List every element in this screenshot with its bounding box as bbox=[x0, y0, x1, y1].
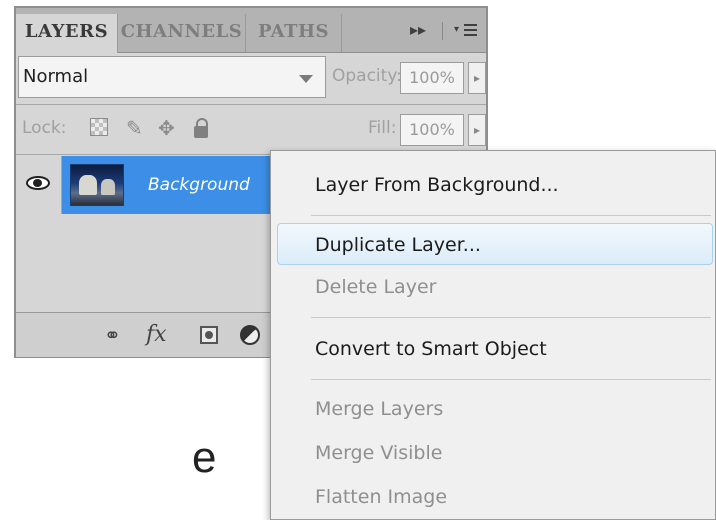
eye-icon bbox=[26, 176, 50, 190]
divider bbox=[16, 104, 486, 105]
lock-image-pixels-icon[interactable]: ✎ bbox=[126, 118, 146, 138]
opacity-input[interactable]: 100% bbox=[400, 62, 464, 94]
panel-controls: ▸▸ ▾ bbox=[396, 8, 486, 52]
tab-layers[interactable]: LAYERS bbox=[16, 14, 118, 53]
blend-mode-select[interactable]: Normal bbox=[18, 56, 326, 98]
fill-slider-arrow-icon[interactable]: ▸ bbox=[468, 114, 486, 146]
menu-item-merge-layers[interactable]: Merge Layers bbox=[315, 387, 443, 431]
menu-item-merge-visible[interactable]: Merge Visible bbox=[315, 431, 442, 475]
blend-mode-value: Normal bbox=[23, 66, 89, 87]
tab-paths[interactable]: PATHS bbox=[246, 14, 342, 52]
lock-fill-row: Lock: ✎ ✥ Fill: 100% ▸ bbox=[16, 106, 486, 154]
fx-icon[interactable]: fx bbox=[146, 323, 167, 347]
blend-opacity-row: Normal Opacity: 100% ▸ bbox=[16, 54, 486, 106]
menu-separator bbox=[311, 317, 711, 318]
menu-item-duplicate-layer[interactable]: Duplicate Layer... bbox=[315, 223, 481, 267]
chevron-down-icon bbox=[299, 75, 313, 83]
layer-mask-icon[interactable] bbox=[200, 326, 218, 344]
lock-all-icon[interactable] bbox=[194, 118, 208, 138]
background-text-fragment: e bbox=[192, 433, 217, 482]
layer-name[interactable]: Background bbox=[148, 156, 250, 214]
fill-input[interactable]: 100% bbox=[400, 114, 464, 146]
menu-item-convert-to-smart-object[interactable]: Convert to Smart Object bbox=[315, 327, 547, 371]
control-separator bbox=[442, 22, 443, 40]
menu-item-flatten-image[interactable]: Flatten Image bbox=[315, 475, 447, 519]
tab-channels[interactable]: CHANNELS bbox=[118, 14, 246, 52]
link-icon[interactable]: ⚭ bbox=[104, 323, 121, 347]
opacity-slider-arrow-icon[interactable]: ▸ bbox=[468, 62, 486, 94]
fill-label: Fill: bbox=[368, 118, 397, 138]
lock-label: Lock: bbox=[22, 118, 67, 138]
menu-separator bbox=[311, 379, 711, 380]
menu-item-layer-from-background[interactable]: Layer From Background... bbox=[315, 163, 559, 207]
visibility-toggle[interactable] bbox=[18, 156, 62, 214]
lock-transparent-pixels-icon[interactable] bbox=[90, 118, 108, 136]
panel-tab-bar: LAYERS CHANNELS PATHS ▸▸ ▾ bbox=[16, 8, 486, 53]
menu-item-delete-layer[interactable]: Delete Layer bbox=[315, 265, 436, 309]
menu-separator bbox=[311, 215, 711, 216]
collapse-panel-icon[interactable]: ▸▸ bbox=[410, 8, 426, 52]
lock-position-icon[interactable]: ✥ bbox=[158, 118, 178, 138]
layer-context-menu: Layer From Background... Duplicate Layer… bbox=[270, 150, 716, 520]
adjustment-layer-icon[interactable] bbox=[240, 325, 260, 345]
layer-thumbnail bbox=[70, 164, 124, 206]
panel-menu-icon[interactable]: ▾ bbox=[454, 21, 478, 39]
opacity-label: Opacity: bbox=[332, 66, 402, 86]
